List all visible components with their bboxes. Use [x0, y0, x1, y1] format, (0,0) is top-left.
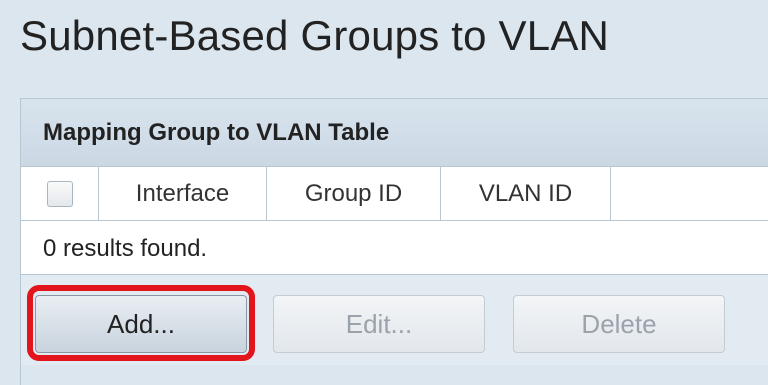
- column-header-vlan-id[interactable]: VLAN ID: [441, 167, 611, 221]
- button-bar: Add... Edit... Delete: [21, 275, 768, 365]
- results-count: 0 results found.: [43, 235, 208, 262]
- column-header-group-id[interactable]: Group ID: [267, 167, 441, 221]
- mapping-table-panel: Mapping Group to VLAN Table Interface Gr…: [20, 98, 768, 385]
- edit-button[interactable]: Edit...: [273, 295, 485, 353]
- results-row: 0 results found.: [21, 221, 768, 275]
- add-button[interactable]: Add...: [35, 295, 247, 353]
- table-header-row: Interface Group ID VLAN ID: [21, 167, 768, 221]
- delete-button[interactable]: Delete: [513, 295, 725, 353]
- table-title-bar: Mapping Group to VLAN Table: [21, 99, 768, 167]
- page-title: Subnet-Based Groups to VLAN: [20, 12, 610, 59]
- select-all-cell: [21, 167, 99, 221]
- select-all-checkbox[interactable]: [46, 181, 73, 207]
- table-title: Mapping Group to VLAN Table: [43, 119, 390, 146]
- column-header-interface[interactable]: Interface: [99, 167, 267, 221]
